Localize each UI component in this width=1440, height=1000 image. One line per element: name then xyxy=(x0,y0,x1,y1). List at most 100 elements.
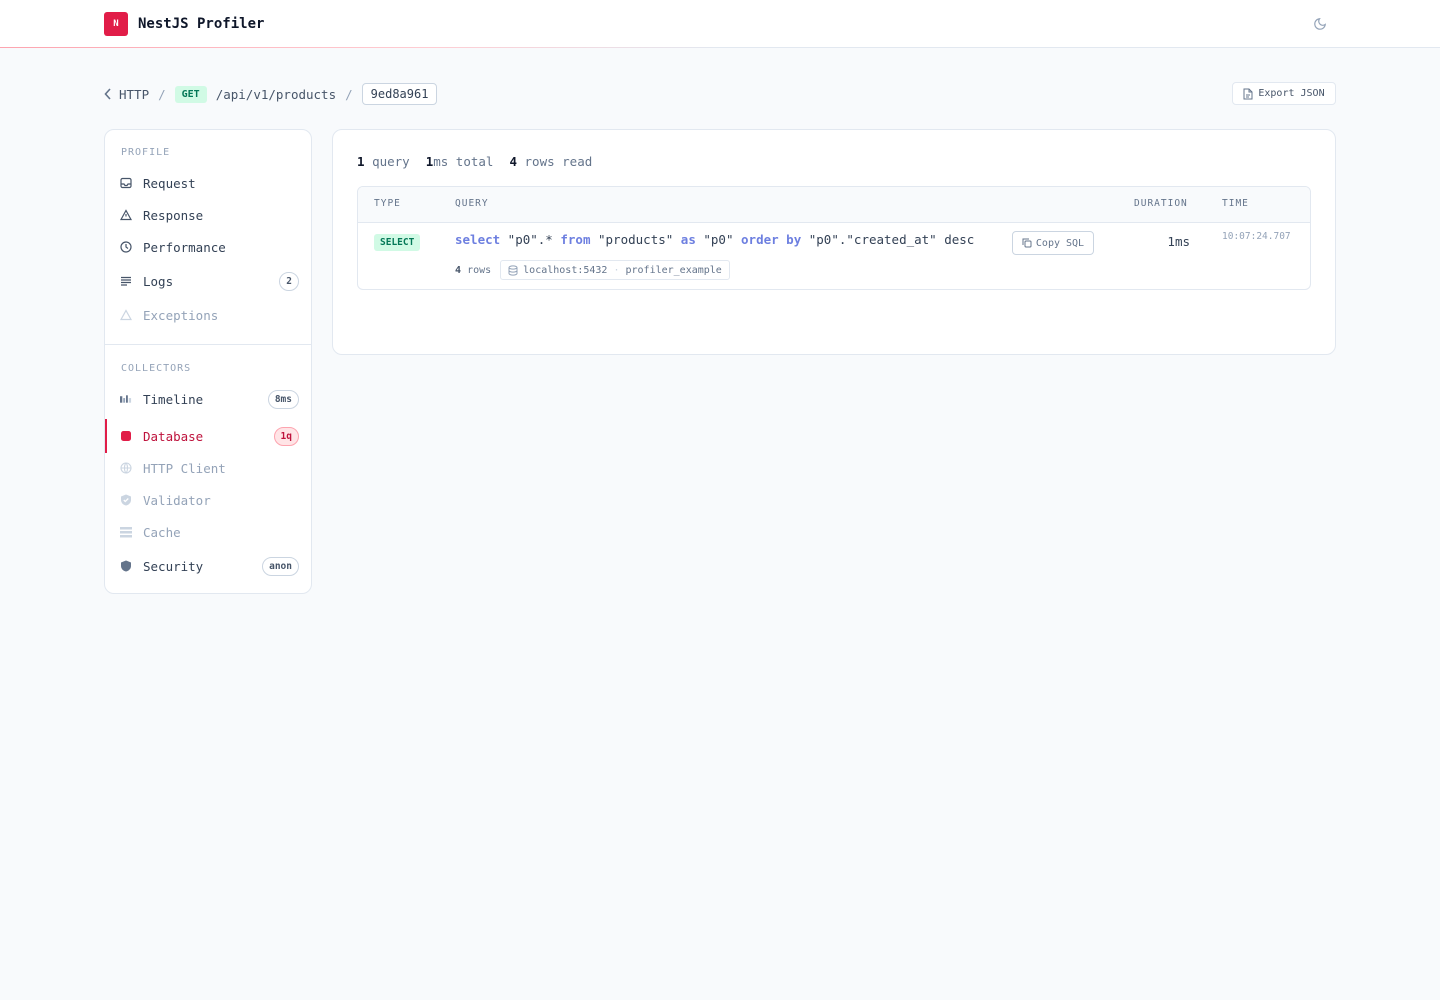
sidebar-item-database[interactable]: Database 1q xyxy=(105,419,311,453)
back-link[interactable]: HTTP xyxy=(104,87,149,102)
http-method-badge: GET xyxy=(174,85,207,103)
column-header-type: TYPE xyxy=(374,198,401,209)
database-small-icon xyxy=(508,264,518,276)
sidebar-item-label: Request xyxy=(143,175,196,191)
database-icon xyxy=(120,430,132,442)
shield-check-icon xyxy=(120,494,132,506)
sql-keyword: select xyxy=(455,232,501,247)
column-header-query: QUERY xyxy=(455,198,489,209)
sidebar-item-logs[interactable]: Logs 2 xyxy=(105,266,311,296)
sidebar-item-response[interactable]: Response xyxy=(105,200,311,230)
query-timestamp: 10:07:24.707 xyxy=(1222,231,1291,242)
moon-icon[interactable] xyxy=(1312,16,1328,32)
sidebar-item-label: Response xyxy=(143,207,204,223)
section-title-profile: PROFILE xyxy=(121,147,171,158)
rows-read-label: rows read xyxy=(524,154,593,169)
query-type-badge: SELECT xyxy=(374,234,421,251)
sql-keyword: from xyxy=(560,232,591,247)
sql-keyword: as xyxy=(680,232,696,247)
rows-returned: 4 rows xyxy=(455,265,491,276)
file-icon xyxy=(1243,88,1253,99)
sidebar-item-label: Exceptions xyxy=(143,307,219,323)
chevron-left-icon xyxy=(104,88,111,100)
sidebar: PROFILE Request Response Performance Log… xyxy=(104,129,312,594)
sidebar-item-performance[interactable]: Performance xyxy=(105,232,311,262)
list-icon xyxy=(120,275,132,287)
breadcrumb-separator: / xyxy=(345,86,353,102)
sql-text: "p0" xyxy=(695,232,742,247)
sidebar-item-exceptions[interactable]: Exceptions xyxy=(105,300,311,330)
total-ms-label: ms total xyxy=(433,154,494,169)
connection-database: profiler_example xyxy=(625,264,722,276)
sql-text: "p0".* xyxy=(500,232,561,247)
request-path: /api/v1/products xyxy=(215,86,337,102)
sidebar-divider xyxy=(105,344,311,345)
copy-icon xyxy=(1022,238,1032,248)
breadcrumb: HTTP / GET /api/v1/products / 9ed8a961 xyxy=(104,82,438,106)
logs-count-badge: 2 xyxy=(279,271,299,291)
sidebar-item-validator[interactable]: Validator xyxy=(105,485,311,515)
sidebar-item-http-client[interactable]: HTTP Client xyxy=(105,453,311,483)
breadcrumb-separator: / xyxy=(158,86,166,102)
sql-keyword: order by xyxy=(741,232,802,247)
query-count-label: query xyxy=(372,154,410,169)
app-logo: N xyxy=(104,12,128,36)
database-panel: 1 query 1ms total 4 rows read TYPE QUERY… xyxy=(332,129,1336,355)
table-row: SELECT select "p0".* from "products" as … xyxy=(358,223,1310,289)
rows-returned-label: rows xyxy=(467,264,492,276)
header-accent-line xyxy=(0,47,720,48)
sidebar-item-label: Logs xyxy=(143,273,174,289)
section-title-collectors: COLLECTORS xyxy=(121,363,192,374)
top-bar: N NestJS Profiler xyxy=(0,0,1440,48)
warning-icon xyxy=(120,309,132,321)
copy-sql-label: Copy SQL xyxy=(1035,237,1085,249)
connection-separator: · xyxy=(613,264,620,276)
sidebar-item-timeline[interactable]: Timeline 8ms xyxy=(105,384,311,414)
layers-icon xyxy=(120,526,132,538)
export-json-label: Export JSON xyxy=(1258,88,1325,99)
sidebar-item-request[interactable]: Request xyxy=(105,168,311,198)
table-header: TYPE QUERY DURATION TIME xyxy=(358,187,1310,223)
sidebar-item-label: Cache xyxy=(143,524,181,540)
app-title: NestJS Profiler xyxy=(138,16,265,32)
sidebar-item-label: HTTP Client xyxy=(143,460,226,476)
sql-statement: select "p0".* from "products" as "p0" or… xyxy=(455,232,974,247)
shield-icon xyxy=(120,560,132,572)
summary-query-count: 1 query xyxy=(357,154,410,169)
sql-text: "products" xyxy=(590,232,681,247)
summary-total-time: 1ms total xyxy=(426,154,494,169)
queries-table: TYPE QUERY DURATION TIME SELECT select "… xyxy=(357,186,1311,290)
export-json-button[interactable]: Export JSON xyxy=(1232,82,1336,105)
brand[interactable]: N NestJS Profiler xyxy=(104,12,264,36)
sidebar-item-security[interactable]: Security anon xyxy=(105,551,311,581)
inbox-icon xyxy=(120,177,132,189)
sidebar-item-cache[interactable]: Cache xyxy=(105,517,311,547)
connection-host: localhost:5432 xyxy=(523,264,608,276)
copy-sql-button[interactable]: Copy SQL xyxy=(1012,231,1094,255)
sidebar-item-label: Performance xyxy=(143,239,226,255)
back-link-label: HTTP xyxy=(119,86,150,102)
query-duration: 1ms xyxy=(1167,234,1190,249)
query-meta: 4 rows localhost:5432 · profiler_example xyxy=(455,260,730,280)
rows-returned-value: 4 xyxy=(455,264,462,276)
clock-icon xyxy=(120,241,132,253)
summary-rows-read: 4 rows read xyxy=(509,154,592,169)
column-header-time: TIME xyxy=(1222,198,1249,209)
connection-badge: localhost:5432 · profiler_example xyxy=(500,260,730,280)
sidebar-item-label: Timeline xyxy=(143,391,204,407)
sidebar-item-label: Security xyxy=(143,558,204,574)
column-header-duration: DURATION xyxy=(1134,198,1188,209)
sql-text: "p0"."created_at" desc xyxy=(801,232,975,247)
sidebar-item-label: Database xyxy=(143,428,204,444)
globe-icon xyxy=(120,462,132,474)
security-status-badge: anon xyxy=(262,556,299,576)
profile-token[interactable]: 9ed8a961 xyxy=(361,83,438,105)
rows-read-value: 4 xyxy=(509,154,517,169)
triangle-icon xyxy=(120,209,132,221)
sidebar-item-label: Validator xyxy=(143,492,211,508)
query-count-value: 1 xyxy=(357,154,365,169)
timeline-duration-badge: 8ms xyxy=(267,389,299,409)
bar-chart-icon xyxy=(120,393,132,405)
query-summary: 1 query 1ms total 4 rows read xyxy=(357,154,608,169)
database-count-badge: 1q xyxy=(273,426,299,446)
